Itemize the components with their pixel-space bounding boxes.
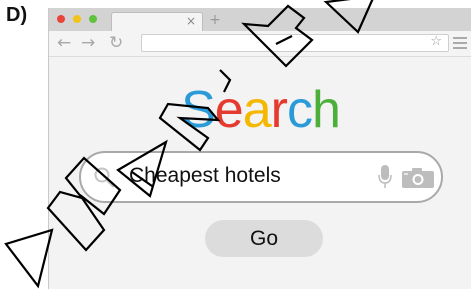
address-bar[interactable]: ☆ [141,34,449,52]
minimize-window-button[interactable] [73,15,81,23]
tab-close-icon[interactable]: × [186,14,196,28]
forward-arrow-icon[interactable]: → [81,32,95,54]
logo-letter: h [311,81,341,139]
logo-letter: r [270,81,288,139]
browser-toolbar: ← → ↻ ☆ [49,31,471,57]
logo-letter: c [286,81,313,139]
close-window-button[interactable] [57,15,65,23]
hamburger-menu-icon[interactable] [453,37,467,52]
browser-tab[interactable]: × [111,12,203,31]
back-arrow-icon[interactable]: ← [57,32,71,54]
bookmark-star-icon[interactable]: ☆ [430,34,442,49]
go-button[interactable]: Go [205,220,323,257]
reload-icon[interactable]: ↻ [109,32,123,54]
search-page: Search Cheapest hotels Go [49,57,471,289]
maximize-window-button[interactable] [89,15,97,23]
tab-bar: × + [49,8,471,31]
search-query-text: Cheapest hotels [129,164,281,187]
logo-letter: e [214,81,244,139]
microphone-icon[interactable] [377,164,393,190]
figure-label: D) [6,4,28,26]
search-icon [94,167,115,188]
browser-window: × + ← → ↻ ☆ Search Cheapest hotels Go [48,8,471,289]
logo-letter: S [181,81,216,139]
logo-letter: a [242,81,272,139]
search-input[interactable]: Cheapest hotels [79,151,443,203]
new-tab-icon[interactable]: + [206,12,224,29]
camera-icon[interactable] [401,167,435,189]
search-logo: Search [49,81,471,139]
